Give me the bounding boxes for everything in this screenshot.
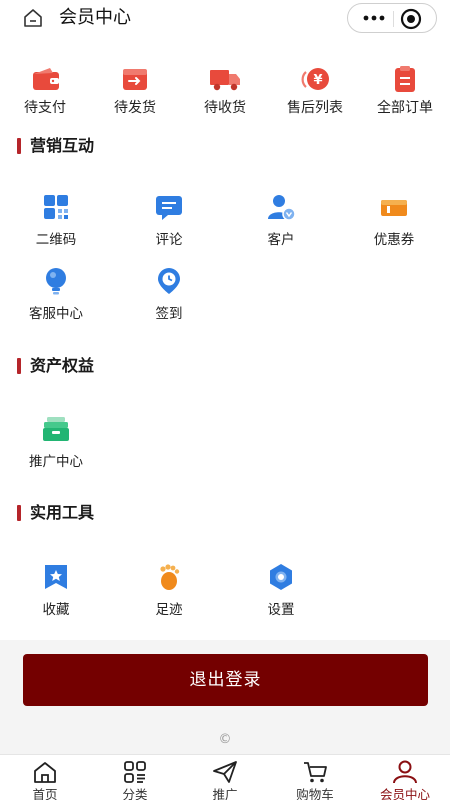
section-title-text: 营销互动: [30, 136, 95, 155]
grid-item-label: 收藏: [42, 602, 70, 618]
send-icon: [213, 761, 237, 783]
section-title-text: 资产权益: [30, 356, 95, 375]
grid-item-favorites[interactable]: 收藏: [1, 562, 111, 622]
order-label: 全部订单: [377, 100, 433, 116]
grid-item-label: 客户: [267, 232, 295, 248]
clipboard-icon: [395, 66, 415, 92]
capsule-divider: [393, 11, 394, 27]
tab-cart[interactable]: 购物车: [270, 755, 360, 800]
truck-icon: [210, 70, 240, 91]
grid-item-label: 设置: [267, 602, 295, 618]
qrcode-icon: [44, 195, 68, 219]
box-export-icon: [123, 69, 147, 90]
home-icon[interactable]: [22, 8, 44, 28]
mini-program-capsule: [347, 3, 437, 33]
grid-item-checkin[interactable]: 签到: [114, 266, 224, 326]
grid-item-settings[interactable]: 设置: [226, 562, 336, 622]
grid-item-service-center[interactable]: 客服中心: [1, 266, 111, 326]
cart-icon: [304, 762, 327, 783]
comment-icon: [156, 196, 182, 220]
section-marker: [17, 505, 21, 521]
section-marker: [17, 138, 21, 154]
grid-item-label: 推广中心: [29, 454, 83, 470]
order-status-row: 待支付 待发货 待收货 ¥ 售后列表 全部订单: [0, 62, 450, 122]
grid-item-customer[interactable]: 客户: [226, 192, 336, 252]
grid-item-footprint[interactable]: 足迹: [114, 562, 224, 622]
tab-category[interactable]: 分类: [90, 755, 180, 800]
grid-item-label: 足迹: [155, 602, 183, 618]
home-icon: [34, 762, 56, 783]
order-pending-shipment[interactable]: 待发货: [90, 62, 180, 122]
grid-item-qrcode[interactable]: 二维码: [1, 192, 111, 252]
more-dots-icon[interactable]: [362, 8, 386, 28]
logout-button[interactable]: 退出登录: [23, 654, 428, 706]
category-icon: [124, 761, 146, 783]
promotion-tray-icon: [43, 417, 69, 441]
order-label: 待支付: [24, 100, 66, 116]
grid-item-promotion-center[interactable]: 推广中心: [1, 414, 111, 474]
order-label: 待收货: [204, 100, 246, 116]
tab-label: 首页: [32, 787, 58, 800]
wallet-icon: [33, 68, 59, 90]
copyright-text: ©: [218, 732, 232, 747]
svg-text:¥: ¥: [313, 73, 322, 88]
grid-item-label: 二维码: [35, 232, 77, 248]
target-icon[interactable]: [400, 8, 422, 30]
service-bulb-icon: [46, 268, 66, 295]
grid-item-label: 客服中心: [29, 306, 83, 322]
order-pending-receipt[interactable]: 待收货: [180, 62, 270, 122]
coupon-icon: [381, 200, 407, 216]
grid-item-comment[interactable]: 评论: [114, 192, 224, 252]
tab-member-center[interactable]: 会员中心: [360, 755, 450, 800]
tab-promotion[interactable]: 推广: [180, 755, 270, 800]
user-icon: [393, 760, 417, 784]
order-after-sales[interactable]: ¥ 售后列表: [270, 62, 360, 122]
customer-icon: [268, 195, 296, 221]
tab-label: 分类: [122, 787, 148, 800]
footprint-icon: [160, 564, 180, 590]
bottom-tab-bar: 首页 分类 推广 购物车 会员中心: [0, 754, 450, 800]
grid-item-label: 签到: [155, 306, 183, 322]
tab-label: 购物车: [296, 787, 334, 800]
top-navigation-bar: 会员中心: [0, 0, 450, 36]
order-all[interactable]: 全部订单: [360, 62, 450, 122]
page-title: 会员中心: [59, 7, 131, 28]
order-label: 售后列表: [287, 100, 343, 116]
order-pending-payment[interactable]: 待支付: [0, 62, 90, 122]
grid-item-label: 评论: [155, 232, 183, 248]
logout-area: 退出登录 ©: [0, 640, 450, 754]
settings-gear-icon: [270, 564, 292, 590]
checkin-clock-icon: [158, 268, 180, 294]
grid-item-coupon[interactable]: 优惠券: [339, 192, 449, 252]
tab-label: 会员中心: [379, 787, 430, 800]
grid-item-label: 优惠券: [373, 232, 415, 248]
yen-refund-icon: ¥: [301, 68, 329, 90]
order-label: 待发货: [114, 100, 156, 116]
section-marker: [17, 358, 21, 374]
section-title-text: 实用工具: [30, 503, 95, 522]
tab-label: 推广: [212, 787, 238, 800]
tab-home[interactable]: 首页: [0, 755, 90, 800]
favorite-star-icon: [45, 565, 67, 589]
